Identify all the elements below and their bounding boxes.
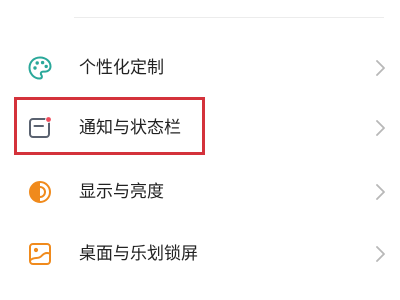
- notification-bar-icon: [29, 116, 52, 138]
- chevron-right-icon: [376, 60, 385, 76]
- settings-item-notifications-status-bar[interactable]: 通知与状态栏: [0, 98, 400, 158]
- settings-item-label: 个性化定制: [79, 58, 164, 78]
- chevron-right-icon: [376, 120, 385, 136]
- settings-item-display-brightness[interactable]: 显示与亮度: [0, 162, 400, 222]
- settings-screen: 个性化定制 通知与状态栏 显示与亮度 桌面与乐划锁屏: [0, 0, 400, 300]
- wallpaper-icon: [29, 243, 51, 265]
- settings-item-desktop-lockscreen[interactable]: 桌面与乐划锁屏: [0, 224, 400, 284]
- settings-item-label: 桌面与乐划锁屏: [79, 244, 198, 264]
- chevron-right-icon: [376, 184, 385, 200]
- chevron-right-icon: [376, 246, 385, 262]
- settings-item-personalization[interactable]: 个性化定制: [0, 38, 400, 98]
- palette-icon: [28, 56, 52, 80]
- brightness-icon: [29, 181, 51, 203]
- settings-item-label: 通知与状态栏: [79, 118, 181, 138]
- settings-item-label: 显示与亮度: [79, 182, 164, 202]
- settings-list: 个性化定制 通知与状态栏 显示与亮度 桌面与乐划锁屏: [0, 0, 400, 300]
